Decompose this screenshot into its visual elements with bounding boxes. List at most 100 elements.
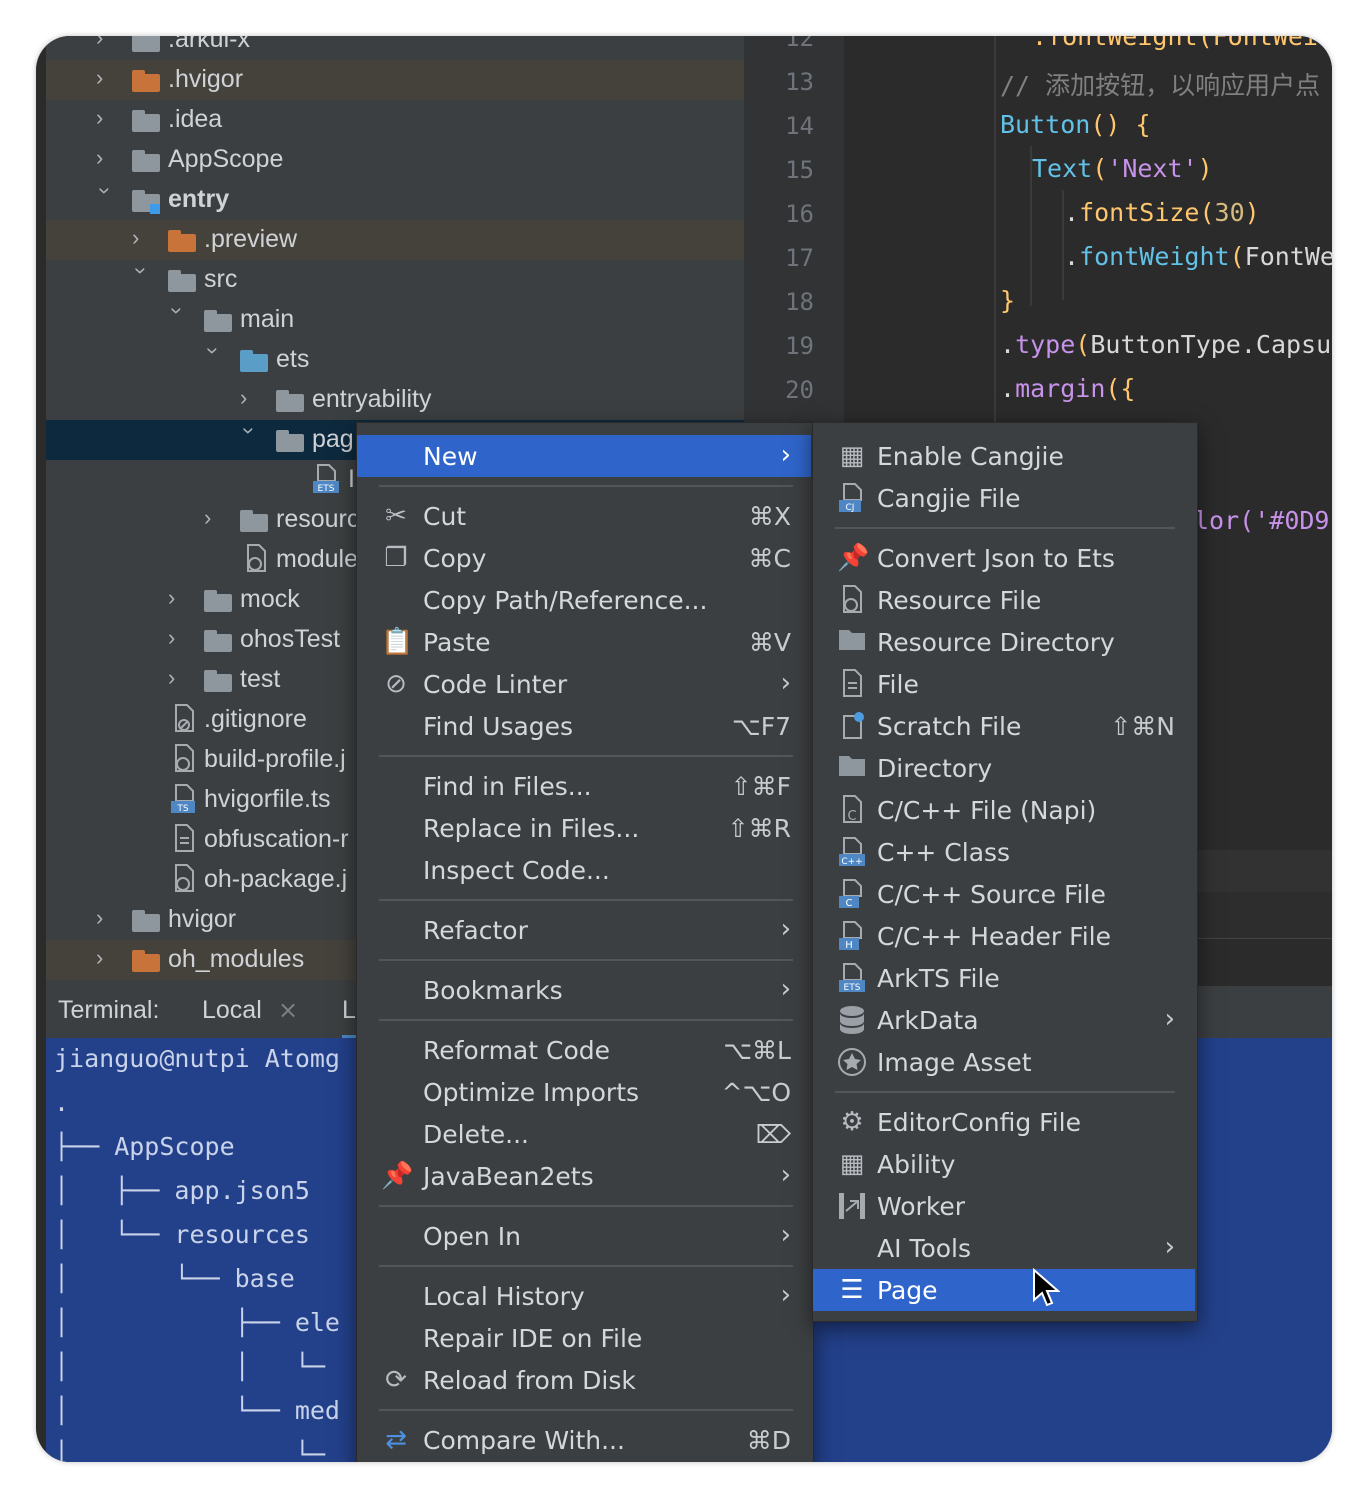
folder-icon xyxy=(204,670,232,692)
submenu-item-convert-json[interactable]: 📌 Convert Json to Ets xyxy=(813,537,1195,579)
menu-item-reformat-code[interactable]: Reformat Code ⌥⌘L xyxy=(357,1029,811,1071)
tree-item[interactable]: › .preview xyxy=(46,220,744,260)
tree-item[interactable]: › AppScope xyxy=(46,140,744,180)
terminal-line: │ └── resources xyxy=(54,1220,310,1249)
menu-item-open-in[interactable]: Open In › xyxy=(357,1215,811,1257)
menu-item-find-in-files[interactable]: Find in Files... ⇧⌘F xyxy=(357,765,811,807)
menu-item-replace-in-files[interactable]: Replace in Files... ⇧⌘R xyxy=(357,807,811,849)
chevron-right-icon[interactable]: › xyxy=(96,907,118,929)
tree-item[interactable]: › .arkui-x xyxy=(46,36,744,60)
chevron-down-icon[interactable]: › xyxy=(201,347,226,369)
menu-item-javabean2ets[interactable]: 📌 JavaBean2ets › xyxy=(357,1155,811,1197)
menu-item-local-history[interactable]: Local History › xyxy=(357,1275,811,1317)
tree-item-label: oh-package.j xyxy=(204,865,348,893)
tree-item-label: test xyxy=(240,665,281,693)
submenu-item-ai-tools[interactable]: AI Tools › xyxy=(813,1227,1195,1269)
folder-icon xyxy=(132,110,160,132)
menu-item-repair-ide[interactable]: Repair IDE on File xyxy=(357,1317,811,1359)
chevron-down-icon[interactable]: › xyxy=(93,187,118,209)
chevron-down-icon[interactable]: › xyxy=(129,267,154,289)
chevron-down-icon[interactable]: › xyxy=(237,427,262,449)
submenu-item-enable-cangjie[interactable]: ▦ Enable Cangjie xyxy=(813,435,1195,477)
submenu-item-scratch-file[interactable]: Scratch File ⇧⌘N xyxy=(813,705,1195,747)
menu-item-cut[interactable]: ✂ Cut ⌘X xyxy=(357,495,811,537)
tree-item[interactable]: › .hvigor xyxy=(46,60,744,100)
submenu-item-c-source[interactable]: C C/C++ Source File xyxy=(813,873,1195,915)
menu-item-compare-with[interactable]: ⇄ Compare With... ⌘D xyxy=(357,1419,811,1461)
submenu-item-directory[interactable]: Directory xyxy=(813,747,1195,789)
terminal-tab-next[interactable]: L xyxy=(342,996,356,1038)
submenu-item-cangjie-file[interactable]: CJ Cangjie File xyxy=(813,477,1195,519)
chevron-right-icon[interactable]: › xyxy=(168,667,190,689)
reload-icon: ⟳ xyxy=(385,1365,407,1395)
chevron-right-icon[interactable]: › xyxy=(96,36,118,49)
submenu-item-editorconfig[interactable]: ⚙ EditorConfig File xyxy=(813,1101,1195,1143)
menu-item-reload-from-disk[interactable]: ⟳ Reload from Disk xyxy=(357,1359,811,1401)
menu-item-copy-path[interactable]: Copy Path/Reference... xyxy=(357,579,811,621)
chevron-right-icon[interactable]: › xyxy=(132,227,154,249)
submenu-item-worker[interactable]: Worker xyxy=(813,1185,1195,1227)
submenu-item-arkts-file[interactable]: ETS ArkTS File xyxy=(813,957,1195,999)
tree-item[interactable]: › entry xyxy=(46,180,744,220)
terminal-tab-local[interactable]: Local xyxy=(202,996,262,1025)
menu-item-bookmarks[interactable]: Bookmarks › xyxy=(357,969,811,1011)
submenu-item-image-asset[interactable]: Image Asset xyxy=(813,1041,1195,1083)
tree-item-label: pag xyxy=(312,425,354,453)
tree-item[interactable]: › .idea xyxy=(46,100,744,140)
tree-item[interactable]: › ets xyxy=(46,340,744,380)
chevron-right-icon[interactable]: › xyxy=(168,627,190,649)
menu-item-optimize-imports[interactable]: Optimize Imports ^⌥O xyxy=(357,1071,811,1113)
submenu-item-resource-directory[interactable]: Resource Directory xyxy=(813,621,1195,663)
folder-icon xyxy=(132,70,160,92)
submenu-item-file[interactable]: File xyxy=(813,663,1195,705)
submenu-item-page[interactable]: ☰ Page xyxy=(813,1269,1195,1311)
line-number: 17 xyxy=(785,244,814,272)
line-number: 13 xyxy=(785,68,814,96)
folder-icon xyxy=(168,230,196,252)
chevron-right-icon[interactable]: › xyxy=(96,147,118,169)
submenu-item-arkdata[interactable]: ArkData › xyxy=(813,999,1195,1041)
menu-item-delete[interactable]: Delete... ⌦ xyxy=(357,1113,811,1155)
chevron-right-icon: › xyxy=(1164,1232,1175,1262)
tree-item[interactable]: › src xyxy=(46,260,744,300)
code-line: Text('Next') xyxy=(1032,154,1213,183)
menu-item-inspect-code[interactable]: Inspect Code... xyxy=(357,849,811,891)
line-number: 18 xyxy=(785,288,814,316)
line-number: 14 xyxy=(785,112,814,140)
submenu-item-cpp-class[interactable]: C++ C++ Class xyxy=(813,831,1195,873)
image-asset-icon xyxy=(837,1047,867,1077)
chevron-right-icon[interactable]: › xyxy=(240,387,262,409)
menu-item-copy[interactable]: ❐ Copy ⌘C xyxy=(357,537,811,579)
compare-icon: ⇄ xyxy=(385,1425,407,1455)
chevron-right-icon[interactable]: › xyxy=(96,67,118,89)
menu-item-refactor[interactable]: Refactor › xyxy=(357,909,811,951)
tree-item[interactable]: › main xyxy=(46,300,744,340)
context-menu[interactable]: New › ✂ Cut ⌘X ❐ Copy ⌘C Copy Path/Reference.… xyxy=(356,422,814,1462)
submenu-item-resource-file[interactable]: Resource File xyxy=(813,579,1195,621)
tree-item-label: hvigorfile.ts xyxy=(204,785,331,813)
tree-item-label: ohosTest xyxy=(240,625,341,653)
chevron-right-icon[interactable]: › xyxy=(168,587,190,609)
new-submenu[interactable]: ▦ Enable Cangjie CJ Cangjie File 📌 Convert … xyxy=(812,422,1198,1322)
close-icon[interactable]: × xyxy=(278,996,298,1024)
code-line: // 添加按钮，以响应用户点 xyxy=(1000,71,1321,100)
tree-item-label: main xyxy=(240,305,295,333)
menu-item-new[interactable]: New › xyxy=(357,435,811,477)
chevron-right-icon: › xyxy=(1164,1004,1175,1034)
chevron-right-icon[interactable]: › xyxy=(204,507,226,529)
submenu-item-ability[interactable]: ▦ Ability xyxy=(813,1143,1195,1185)
submenu-item-cpp-napi[interactable]: C C/C++ File (Napi) xyxy=(813,789,1195,831)
svg-text:C++: C++ xyxy=(841,857,862,867)
svg-text:C: C xyxy=(847,809,856,824)
menu-item-find-usages[interactable]: Find Usages ⌥F7 xyxy=(357,705,811,747)
ts-file-icon: TS xyxy=(170,784,198,814)
menu-item-code-linter[interactable]: ⊘ Code Linter › xyxy=(357,663,811,705)
chevron-down-icon[interactable]: › xyxy=(165,307,190,329)
chevron-right-icon: › xyxy=(780,668,791,698)
submenu-item-c-header[interactable]: H C/C++ Header File xyxy=(813,915,1195,957)
menu-item-paste[interactable]: 📋 Paste ⌘V xyxy=(357,621,811,663)
code-line: .fontWeight(FontWei xyxy=(1032,36,1318,51)
chevron-right-icon[interactable]: › xyxy=(96,107,118,129)
chevron-right-icon[interactable]: › xyxy=(96,947,118,969)
tree-item[interactable]: › entryability xyxy=(46,380,744,420)
